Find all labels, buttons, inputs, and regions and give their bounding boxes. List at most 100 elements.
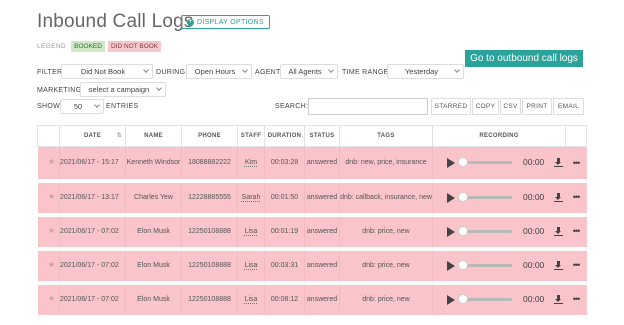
row-tags: dnb: price, new [339, 248, 433, 285]
audio-progress-slider[interactable] [458, 260, 513, 270]
display-options-button[interactable]: + DISPLAY OPTIONS [181, 15, 270, 29]
more-icon[interactable]: ••• [565, 180, 587, 217]
star-icon[interactable]: ★ [37, 282, 60, 319]
row-duration: 00:03:31 [264, 248, 305, 285]
outbound-call-logs-button[interactable]: Go to outbound call logs [465, 50, 583, 67]
search-label: SEARCH: [275, 103, 309, 110]
col-staff[interactable]: STAFF [237, 125, 265, 147]
during-select[interactable]: Open Hours [186, 64, 252, 79]
col-tags[interactable]: TAGS [339, 125, 433, 147]
call-logs-table: DATE ⇅ NAME PHONE STAFF DURATION STATUS T… [37, 125, 587, 319]
row-date: 2021/06/17 - 07:02 [59, 214, 126, 251]
audio-time: 00:00 [523, 293, 545, 304]
row-phone: 12250108888 [181, 214, 238, 251]
col-recording: RECORDING [432, 125, 566, 147]
audio-progress-slider[interactable] [458, 157, 513, 168]
row-name: Elon Musk [125, 282, 182, 319]
display-options-label: DISPLAY OPTIONS [197, 18, 264, 26]
play-icon[interactable] [447, 192, 455, 203]
marketing-select[interactable]: select a campaign [80, 82, 166, 97]
row-status: answered [304, 282, 340, 319]
col-date[interactable]: DATE ⇅ [59, 125, 126, 147]
star-icon[interactable]: ★ [37, 180, 60, 217]
more-icon[interactable]: ••• [565, 146, 587, 183]
csv-button[interactable]: CSV [500, 98, 521, 115]
during-label: DURING: [156, 69, 188, 76]
row-recording: 00:00 [432, 180, 566, 217]
copy-button[interactable]: COPY [472, 98, 499, 115]
more-icon[interactable]: ••• [565, 248, 587, 285]
slider-handle[interactable] [458, 192, 468, 202]
chevron-down-icon [94, 102, 100, 108]
legend-not-booked: DID NOT BOOK [107, 41, 162, 52]
download-icon[interactable] [554, 261, 564, 270]
row-phone: 12250108888 [181, 282, 238, 319]
play-icon[interactable] [447, 226, 455, 237]
row-tags: dnb: price, new [339, 282, 433, 319]
star-icon[interactable]: ★ [37, 214, 60, 251]
slider-handle[interactable] [458, 157, 468, 168]
row-status: answered [304, 180, 340, 217]
star-icon[interactable]: ★ [37, 248, 60, 285]
sort-icon[interactable]: ⇅ [117, 132, 122, 139]
more-icon[interactable]: ••• [565, 282, 587, 319]
download-icon[interactable] [554, 158, 564, 168]
audio-progress-slider[interactable] [458, 226, 513, 236]
table-row[interactable]: ★ 2021/06/17 - 07:02 Elon Musk 12250108888 L… [37, 248, 587, 285]
row-name: Elon Musk [125, 214, 182, 251]
more-icon[interactable]: ••• [565, 214, 587, 251]
download-icon[interactable] [554, 295, 564, 304]
time-range-select[interactable]: Yesterday [387, 64, 464, 79]
col-duration[interactable]: DURATION [264, 125, 305, 147]
filter-select[interactable]: Did Not Book [61, 64, 153, 79]
row-duration: 00:08:12 [264, 282, 305, 319]
row-staff: Sarah [237, 180, 265, 217]
starred-button[interactable]: STARRED [431, 98, 471, 115]
row-staff: Lisa [237, 282, 265, 319]
search-input[interactable] [308, 98, 428, 115]
entries-select-value: 50 [73, 102, 83, 111]
agent-select[interactable]: All Agents [280, 64, 338, 79]
entries-select[interactable]: 50 [60, 99, 104, 114]
play-icon[interactable] [447, 260, 455, 271]
staff-name[interactable]: Kim [245, 159, 257, 166]
time-range-select-value: Yesterday [404, 67, 439, 76]
staff-name[interactable]: Sarah [242, 194, 261, 201]
row-duration: 00:01:19 [264, 214, 305, 251]
chevron-down-icon [242, 67, 248, 73]
slider-handle[interactable] [458, 260, 468, 270]
audio-player: 00:00 [433, 192, 566, 203]
audio-time: 00:00 [523, 191, 545, 202]
slider-handle[interactable] [458, 226, 468, 236]
table-row[interactable]: ★ 2021/06/17 - 13:17 Charles Yew 1222888555… [37, 180, 587, 217]
chevron-down-icon [156, 85, 162, 91]
col-phone[interactable]: PHONE [181, 125, 238, 147]
email-button[interactable]: EMAIL [553, 98, 584, 115]
show-label: SHOW [37, 103, 60, 110]
staff-name[interactable]: Lisa [245, 228, 258, 235]
table-row[interactable]: ★ 2021/06/17 - 15:17 Kenneth Windsor 180888… [37, 146, 587, 183]
time-range-label: TIME RANGE: [342, 69, 391, 76]
star-icon[interactable]: ★ [37, 146, 60, 183]
col-name[interactable]: NAME [125, 125, 182, 147]
download-icon[interactable] [554, 227, 564, 236]
row-name: Kenneth Windsor [125, 146, 182, 183]
audio-progress-slider[interactable] [458, 192, 513, 202]
staff-name[interactable]: Lisa [245, 296, 258, 303]
row-duration: 00:01:50 [264, 180, 305, 217]
play-icon[interactable] [447, 294, 455, 305]
staff-name[interactable]: Lisa [245, 262, 258, 269]
audio-progress-slider[interactable] [458, 294, 513, 304]
download-icon[interactable] [554, 193, 564, 202]
row-date: 2021/06/17 - 07:02 [59, 248, 126, 285]
print-button[interactable]: PRINT [522, 98, 552, 115]
slider-handle[interactable] [458, 294, 468, 304]
row-recording: 00:00 [432, 248, 566, 285]
table-row[interactable]: ★ 2021/06/17 - 07:02 Elon Musk 12250108888 L… [37, 214, 587, 251]
col-status[interactable]: STATUS [304, 125, 340, 147]
row-phone: 18088882222 [181, 146, 238, 183]
row-staff: Kim [237, 146, 265, 183]
table-row[interactable]: ★ 2021/06/17 - 07:02 Elon Musk 12250108888 L… [37, 282, 587, 319]
chevron-down-icon [143, 67, 149, 73]
play-icon[interactable] [447, 157, 455, 168]
